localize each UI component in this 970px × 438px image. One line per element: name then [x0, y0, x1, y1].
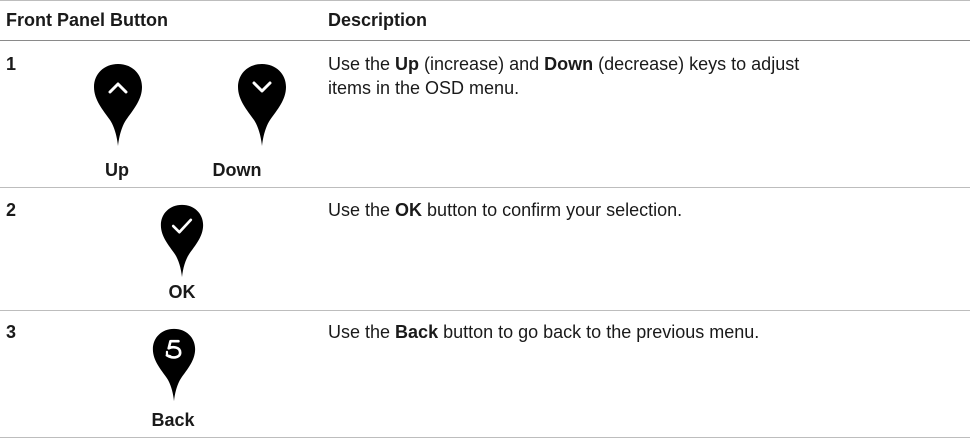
column-header-description: Description	[328, 10, 428, 30]
table-top-border	[0, 0, 970, 1]
up-key-label: Up	[105, 160, 129, 180]
row-description: Use the Up (increase) and Down (decrease…	[328, 54, 800, 98]
back-key-label: Back	[151, 410, 195, 430]
row-divider	[0, 310, 970, 311]
row-description: Use the Back button to go back to the pr…	[328, 322, 760, 342]
column-header-front-panel-button: Front Panel Button	[6, 10, 168, 30]
row-number: 3	[6, 322, 17, 342]
down-key-label: Down	[212, 160, 262, 180]
row-divider	[0, 187, 970, 188]
row-description: Use the OK button to confirm your select…	[328, 200, 683, 220]
header-divider	[0, 40, 970, 41]
checkmark-icon	[160, 204, 204, 278]
ok-key-label: OK	[168, 282, 196, 302]
chevron-down-icon	[238, 64, 286, 146]
back-arrow-icon	[152, 328, 196, 402]
row-number: 2	[6, 200, 17, 220]
row-number: 1	[6, 54, 17, 74]
chevron-up-icon	[94, 64, 142, 146]
